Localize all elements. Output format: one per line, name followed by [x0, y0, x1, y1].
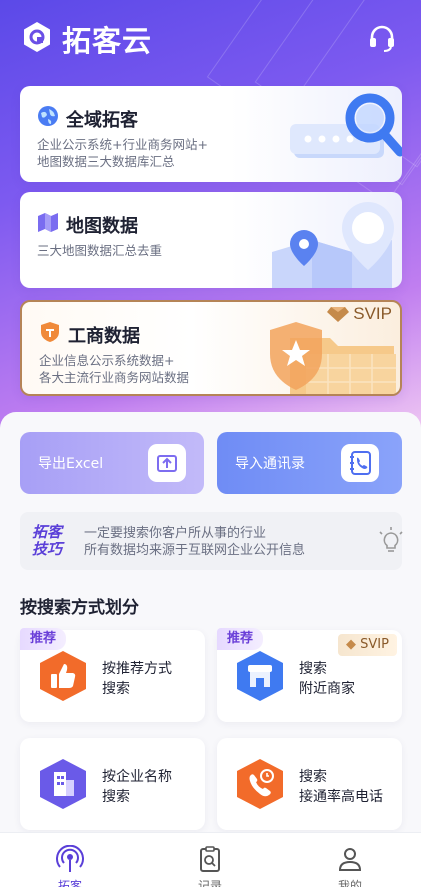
card-desc-line: 地图数据三大数据库汇总 — [37, 154, 175, 169]
top-bar: 拓客云 — [0, 0, 421, 78]
card-business-data[interactable]: 工商数据 企业信息公示系统数据+ 各大主流行业商务网站数据 SVIP — [20, 300, 402, 396]
section-title: 按搜索方式划分 — [20, 598, 139, 618]
tips-banner: 拓客 技巧 一定要搜索你客户所从事的行业 所有数据均来源于互联网企业公开信息 — [20, 512, 403, 570]
tips-brand-line: 拓客 — [32, 523, 63, 541]
svip-badge: SVIP — [327, 304, 392, 324]
card-desc-line: 各大主流行业商务网站数据 — [39, 370, 190, 385]
diamond-icon — [327, 307, 350, 322]
tab-tuoke[interactable]: 拓客 — [0, 833, 140, 887]
search-card-label: 接通率高电话 — [299, 789, 383, 805]
tips-line: 一定要搜索你客户所从事的行业 — [84, 526, 267, 541]
tab-label: 我的 — [337, 879, 362, 887]
search-high-connect-phone-card[interactable]: 搜索 接通率高电话 — [217, 738, 402, 830]
search-card-label: 附近商家 — [299, 681, 355, 697]
recommend-tag: 推荐 — [20, 628, 67, 650]
phone-icon — [237, 759, 283, 809]
card-desc: 三大地图数据汇总去重 — [37, 242, 162, 259]
tips-brand-line: 技巧 — [32, 540, 63, 558]
tab-label: 拓客 — [57, 879, 82, 887]
tips-line: 所有数据均来源于互联网企业公开信息 — [84, 543, 306, 558]
lightbulb-icon — [379, 527, 403, 552]
building-icon — [40, 759, 86, 809]
search-illustration — [290, 93, 402, 158]
bottom-tab-bar: 拓客 记录 我的 — [0, 832, 421, 887]
search-card-label: 搜索 — [102, 789, 130, 805]
import-icon — [341, 444, 379, 482]
svip-label: SVIP — [353, 304, 392, 323]
tab-mine[interactable]: 我的 — [280, 833, 420, 887]
map-icon — [38, 213, 58, 232]
card-map-data[interactable]: 地图数据 三大地图数据汇总去重 — [20, 192, 402, 288]
svip-label: SVIP — [360, 637, 389, 652]
shield-icon — [41, 322, 59, 342]
import-label: 导入通讯录 — [235, 456, 305, 472]
upload-tray-icon — [157, 455, 177, 472]
card-desc-line: 三大地图数据汇总去重 — [37, 243, 163, 258]
card-desc-line: 企业信息公示系统数据+ — [39, 353, 175, 368]
card-all-domain[interactable]: 全域拓客 企业公示系统+行业商务网站+ 地图数据三大数据库汇总 — [20, 86, 402, 182]
card-desc: 企业信息公示系统数据+ 各大主流行业商务网站数据 — [39, 352, 189, 386]
card-desc: 企业公示系统+行业商务网站+ 地图数据三大数据库汇总 — [37, 136, 208, 170]
import-contacts-button[interactable]: 导入通讯录 — [217, 432, 402, 494]
clipboard-search-icon — [200, 846, 220, 872]
card-title: 工商数据 — [68, 326, 140, 347]
search-card-label: 按推荐方式 — [102, 661, 172, 677]
card-title: 地图数据 — [66, 216, 138, 237]
user-icon — [338, 848, 362, 871]
headset-icon[interactable] — [366, 22, 398, 54]
card-title: 全域拓客 — [66, 110, 138, 131]
app-title: 拓客云 — [62, 24, 153, 58]
search-card-label: 搜索 — [299, 661, 327, 677]
recommend-tag: 推荐 — [217, 628, 264, 650]
storefront-icon — [237, 651, 283, 701]
tab-label: 记录 — [197, 879, 222, 887]
hexagon-logo-icon — [24, 22, 50, 52]
search-by-company-name-card[interactable]: 按企业名称 搜索 — [20, 738, 205, 830]
search-card-label: 搜索 — [299, 769, 327, 785]
search-card-label: 按企业名称 — [102, 769, 172, 785]
tips-text: 一定要搜索你客户所从事的行业 所有数据均来源于互联网企业公开信息 — [84, 525, 305, 559]
thumbs-up-icon — [40, 651, 86, 701]
tab-records[interactable]: 记录 — [140, 833, 280, 887]
export-label: 导出Excel — [38, 456, 104, 472]
map-pin-illustration — [272, 202, 394, 288]
tips-brand: 拓客 技巧 — [32, 524, 62, 558]
signal-tower-icon — [56, 845, 84, 872]
globe-icon — [38, 106, 58, 126]
search-card-label: 搜索 — [102, 681, 130, 697]
export-excel-button[interactable]: 导出Excel — [20, 432, 204, 494]
export-icon — [148, 444, 186, 482]
svip-badge-small: ◆ SVIP — [338, 634, 397, 656]
card-desc-line: 企业公示系统+行业商务网站+ — [37, 137, 208, 152]
contact-book-icon — [350, 451, 371, 475]
diamond-icon: ◆ — [346, 637, 356, 652]
